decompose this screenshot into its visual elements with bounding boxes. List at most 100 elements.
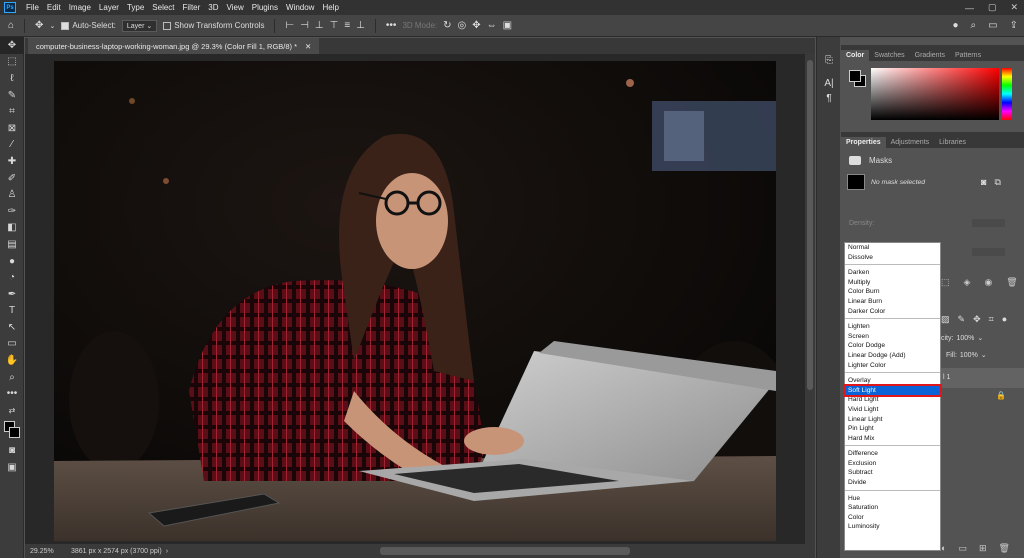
zoom-tool-icon[interactable]: ⌕ xyxy=(0,369,24,386)
path-select-tool-icon[interactable]: ↖ xyxy=(0,319,24,336)
blend-mode-luminosity[interactable]: Luminosity xyxy=(845,522,940,532)
menu-file[interactable]: File xyxy=(22,3,43,12)
blend-mode-subtract[interactable]: Subtract xyxy=(845,468,940,478)
delete-mask-icon[interactable]: 🗑 xyxy=(1006,277,1017,288)
blend-mode-dissolve[interactable]: Dissolve xyxy=(845,253,940,263)
clone-stamp-tool-icon[interactable]: ♙ xyxy=(0,186,24,203)
workspace-icon[interactable]: ▭ xyxy=(988,20,997,31)
menu-view[interactable]: View xyxy=(223,3,248,12)
blend-mode-exclusion[interactable]: Exclusion xyxy=(845,459,940,469)
delete-layer-icon[interactable]: 🗑 xyxy=(999,543,1010,554)
blend-mode-screen[interactable]: Screen xyxy=(845,332,940,342)
dodge-tool-icon[interactable]: ◔ xyxy=(0,269,24,286)
eyedropper-tool-icon[interactable]: ⁄ xyxy=(0,137,24,154)
blend-mode-difference[interactable]: Difference xyxy=(845,449,940,459)
close-tab-icon[interactable]: ✕ xyxy=(305,42,311,51)
share-icon[interactable]: ⇪ xyxy=(1010,20,1018,31)
blend-mode-vivid-light[interactable]: Vivid Light xyxy=(845,405,940,415)
tab-libraries[interactable]: Libraries xyxy=(934,137,971,148)
blend-mode-color[interactable]: Color xyxy=(845,513,940,523)
blend-mode-linear-dodge-add[interactable]: Linear Dodge (Add) xyxy=(845,351,940,361)
gradient-tool-icon[interactable]: ▤ xyxy=(0,236,24,253)
tab-adjustments[interactable]: Adjustments xyxy=(886,137,935,148)
maximize-icon[interactable]: ▢ xyxy=(988,2,997,13)
blend-mode-soft-light[interactable]: Soft Light xyxy=(843,383,942,398)
menu-help[interactable]: Help xyxy=(318,3,342,12)
history-brush-tool-icon[interactable]: ✑ xyxy=(0,203,24,220)
quick-mask-icon[interactable]: ◙ xyxy=(0,443,24,460)
eraser-tool-icon[interactable]: ◧ xyxy=(0,220,24,237)
align-bottom-icon[interactable]: ⊥ xyxy=(356,20,365,31)
menu-filter[interactable]: Filter xyxy=(179,3,205,12)
move-tool-icon[interactable]: ✥ xyxy=(0,37,24,54)
blend-mode-hue[interactable]: Hue xyxy=(845,494,940,504)
marquee-tool-icon[interactable]: ⬚ xyxy=(0,54,24,71)
foreground-color-swatch[interactable] xyxy=(849,70,861,82)
blend-mode-saturation[interactable]: Saturation xyxy=(845,503,940,513)
new-group-icon[interactable]: ▭ xyxy=(958,543,967,554)
character-icon[interactable]: A| xyxy=(817,78,841,89)
frame-tool-icon[interactable]: ⊠ xyxy=(0,120,24,137)
lock-all-icon[interactable]: ● xyxy=(1002,314,1007,325)
opacity-value[interactable]: 100% xyxy=(956,335,974,342)
3d-rotate-icon[interactable]: ↻ xyxy=(443,20,451,31)
menu-image[interactable]: Image xyxy=(65,3,95,12)
type-tool-icon[interactable]: T xyxy=(0,303,24,320)
crop-tool-icon[interactable]: ⌗ xyxy=(0,103,24,120)
align-top-icon[interactable]: ⊤ xyxy=(330,20,339,31)
add-vector-mask-icon[interactable]: ⧉ xyxy=(994,177,1000,188)
zoom-level[interactable]: 29.25% xyxy=(25,548,67,555)
swap-colors-icon[interactable]: ⇄ xyxy=(0,402,24,419)
document-tab[interactable]: computer-business-laptop-working-woman.j… xyxy=(28,38,320,54)
paragraph-icon[interactable]: ¶ xyxy=(817,93,841,104)
3d-slide-icon[interactable]: ⇔ xyxy=(487,20,497,31)
menu-window[interactable]: Window xyxy=(282,3,318,12)
hand-tool-icon[interactable]: ✋ xyxy=(0,352,24,369)
close-icon[interactable]: ✕ xyxy=(1010,2,1018,13)
blend-mode-hard-mix[interactable]: Hard Mix xyxy=(845,434,940,444)
layer-row-color-fill[interactable]: l 1 xyxy=(941,368,1024,388)
canvas-area[interactable] xyxy=(25,54,805,544)
blend-mode-hard-light[interactable]: Hard Light xyxy=(845,395,940,405)
tab-color[interactable]: Color xyxy=(841,50,870,61)
lock-brush-icon[interactable]: ✎ xyxy=(958,314,966,325)
minimize-icon[interactable]: — xyxy=(965,3,974,13)
menu-3d[interactable]: 3D xyxy=(204,3,222,12)
blend-mode-darker-color[interactable]: Darker Color xyxy=(845,307,940,317)
foreground-background-icon[interactable] xyxy=(0,419,24,443)
lock-artboard-icon[interactable]: ⌗ xyxy=(989,314,994,325)
3d-scale-icon[interactable]: ▣ xyxy=(503,20,512,31)
apply-mask-icon[interactable]: ◈ xyxy=(964,277,971,288)
horizontal-scroll-thumb[interactable] xyxy=(380,547,630,555)
menu-edit[interactable]: Edit xyxy=(43,3,65,12)
lock-position-icon[interactable]: ✥ xyxy=(973,314,981,325)
auto-select-target-dropdown[interactable]: Layer ⌄ xyxy=(121,19,158,32)
3d-roll-icon[interactable]: ◎ xyxy=(458,20,467,31)
move-tool-icon[interactable]: ✥ xyxy=(35,20,43,31)
blend-mode-linear-burn[interactable]: Linear Burn xyxy=(845,297,940,307)
show-transform-checkbox[interactable]: Show Transform Controls xyxy=(163,21,264,30)
tab-gradients[interactable]: Gradients xyxy=(910,50,950,61)
color-picker-field[interactable] xyxy=(871,68,999,120)
scroll-thumb[interactable] xyxy=(807,60,813,390)
healing-brush-tool-icon[interactable]: ✚ xyxy=(0,153,24,170)
menu-type[interactable]: Type xyxy=(123,3,148,12)
screen-mode-icon[interactable]: ▣ xyxy=(0,459,24,476)
blend-mode-pin-light[interactable]: Pin Light xyxy=(845,424,940,434)
blend-mode-color-burn[interactable]: Color Burn xyxy=(845,287,940,297)
blend-mode-color-dodge[interactable]: Color Dodge xyxy=(845,341,940,351)
quick-select-tool-icon[interactable]: ✎ xyxy=(0,87,24,104)
edit-toolbar-icon[interactable]: ••• xyxy=(0,385,24,402)
rectangle-tool-icon[interactable]: ▭ xyxy=(0,336,24,353)
more-options-icon[interactable]: ••• xyxy=(386,20,397,31)
blur-tool-icon[interactable]: ● xyxy=(0,253,24,270)
auto-select-checkbox[interactable]: Auto-Select: xyxy=(61,21,116,30)
blend-mode-linear-light[interactable]: Linear Light xyxy=(845,415,940,425)
chevron-down-icon[interactable]: ⌄ xyxy=(977,334,983,342)
align-center-icon[interactable]: ⊣ xyxy=(300,20,309,31)
blend-mode-multiply[interactable]: Multiply xyxy=(845,278,940,288)
blend-mode-normal[interactable]: Normal xyxy=(845,243,940,253)
tab-properties[interactable]: Properties xyxy=(841,137,886,148)
document-image[interactable] xyxy=(54,61,776,541)
vertical-scrollbar[interactable] xyxy=(805,54,815,544)
